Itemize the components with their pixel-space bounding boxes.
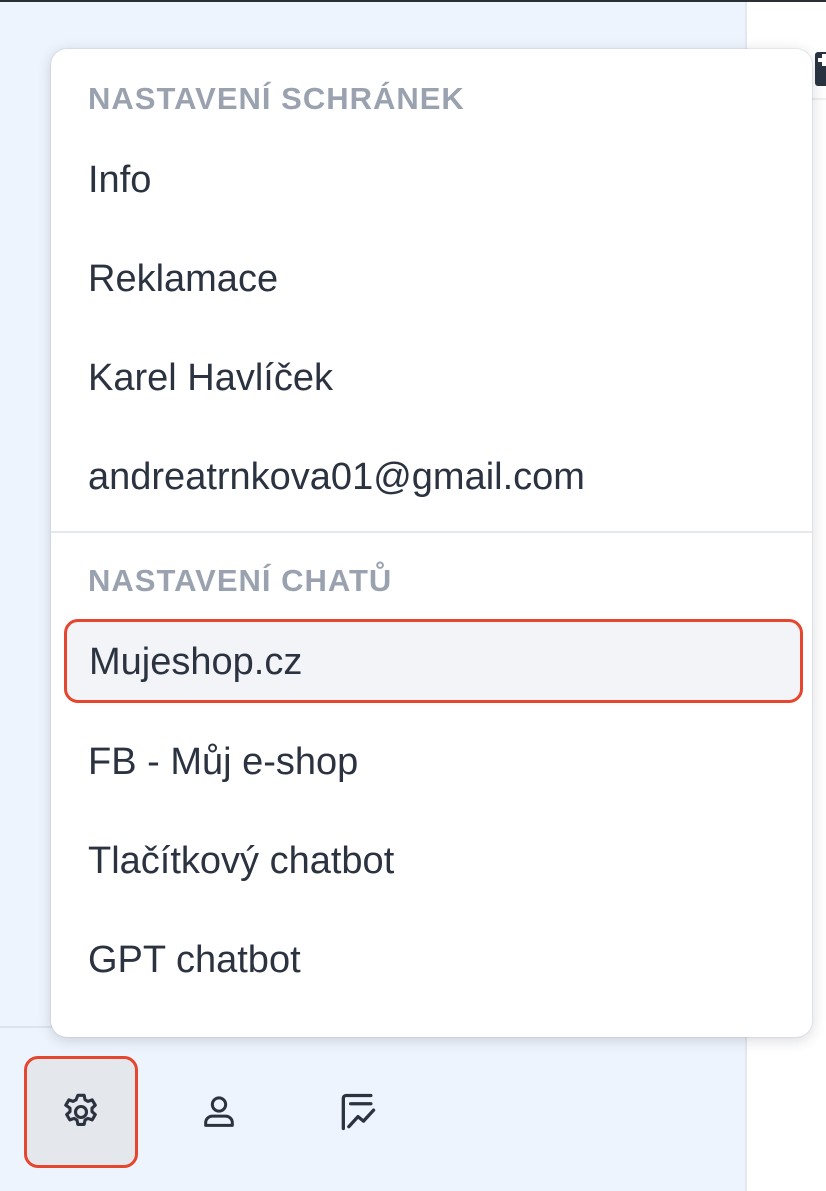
user-button[interactable] [162,1056,276,1168]
section-header-chats: NASTAVENÍ CHATŮ [88,563,393,598]
menu-item-fb-eshop[interactable]: FB - Můj e-shop [88,739,358,785]
menu-item-mujeshop[interactable]: Mujeshop.cz [64,619,803,703]
reports-button[interactable] [301,1056,415,1168]
section-divider [51,531,812,533]
settings-button[interactable] [24,1056,138,1168]
menu-item-info[interactable]: Info [88,157,151,203]
toolbar-icon[interactable] [815,52,826,86]
menu-item-gpt-chatbot[interactable]: GPT chatbot [88,937,301,983]
menu-item-karel-havlicek[interactable]: Karel Havlíček [88,355,333,401]
user-icon [204,1096,234,1127]
menu-item-reklamace[interactable]: Reklamace [88,256,278,302]
menu-item-label: Mujeshop.cz [89,641,303,683]
section-header-mailboxes: NASTAVENÍ SCHRÁNEK [88,81,465,116]
menu-item-button-chatbot[interactable]: Tlačítkový chatbot [88,838,394,884]
report-chart-icon [341,1093,376,1131]
gear-icon [64,1093,97,1127]
menu-item-gmail-account[interactable]: andreatrnkova01@gmail.com [88,454,585,500]
settings-dropdown-menu: NASTAVENÍ SCHRÁNEK Info Reklamace Karel … [51,49,812,1037]
